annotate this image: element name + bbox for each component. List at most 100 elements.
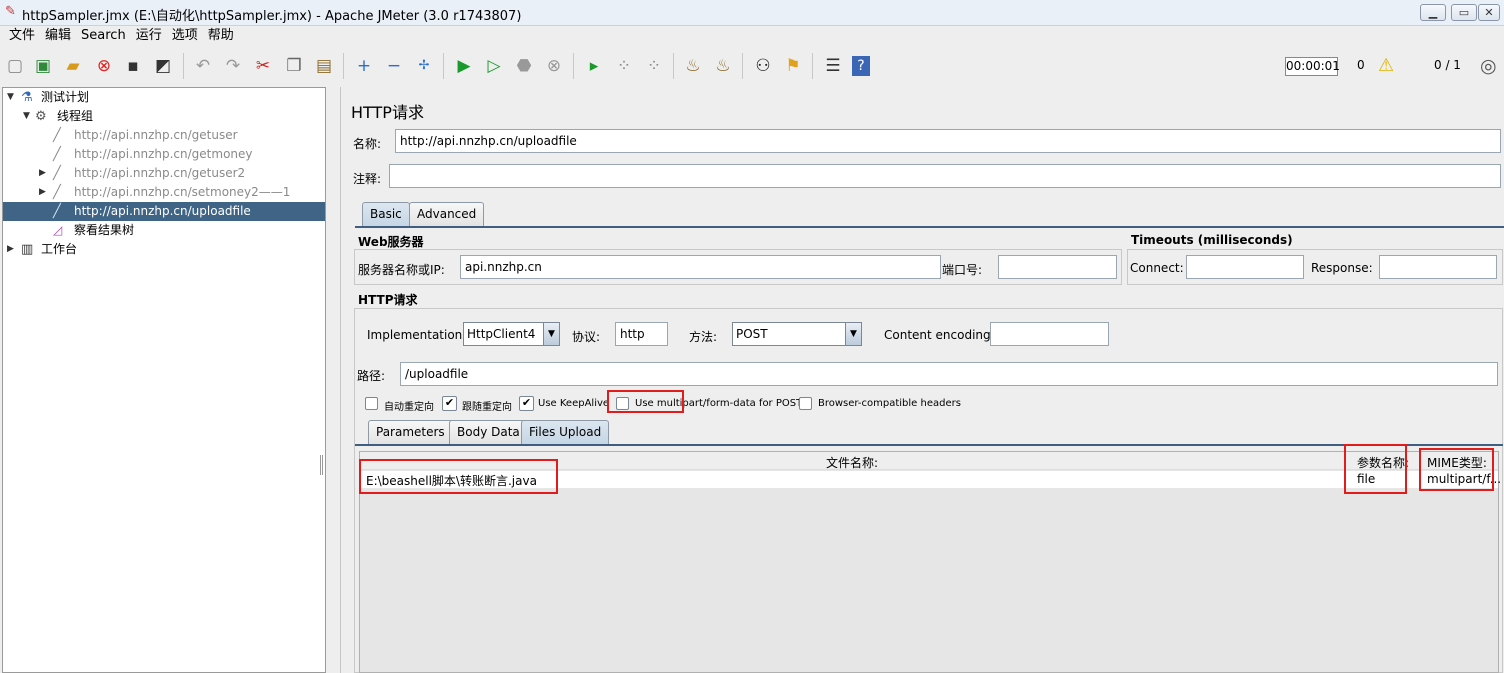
tab-body-data[interactable]: Body Data	[449, 420, 528, 444]
cut-icon[interactable]: ✂	[252, 55, 274, 77]
auto-redirect-checkbox[interactable]	[365, 397, 378, 410]
tree-node-results-tree[interactable]: ◿ 察看结果树	[3, 221, 325, 240]
title-bar: ✎ httpSampler.jmx (E:\自动化\httpSampler.jm…	[0, 0, 1504, 26]
menu-edit[interactable]: 编辑	[40, 26, 76, 46]
pipette-icon: ╱	[53, 166, 61, 181]
path-field[interactable]	[400, 362, 1498, 386]
open-icon[interactable]: ▰	[62, 55, 84, 77]
menu-run[interactable]: 运行	[131, 26, 167, 46]
function-helper-icon[interactable]: ☰	[822, 55, 844, 77]
tab-parameters[interactable]: Parameters	[368, 420, 453, 444]
comment-field[interactable]	[389, 164, 1501, 188]
menu-bar: 文件 编辑 Search 运行 选项 帮助	[0, 26, 1504, 46]
browser-headers-label: Browser-compatible headers	[818, 398, 961, 409]
protocol-field[interactable]	[615, 322, 668, 346]
copy-icon[interactable]: ❐	[283, 55, 305, 77]
implementation-label: Implementation:	[367, 328, 467, 342]
paste-icon[interactable]: ▤	[313, 55, 335, 77]
tree-node-sampler[interactable]: ╱ http://api.nnzhp.cn/getuser	[3, 126, 325, 145]
port-field[interactable]	[998, 255, 1117, 279]
sampler-config-panel: HTTP请求 名称: 注释: Basic Advanced Web服务器 服务器…	[340, 87, 1504, 673]
jmeter-feather-icon: ✎	[5, 4, 16, 19]
tree-node-workbench[interactable]: ▶ ▥ 工作台	[3, 240, 325, 259]
method-select[interactable]: POST ▼	[732, 322, 862, 346]
keepalive-label: Use KeepAlive	[538, 398, 610, 409]
close-icon[interactable]: ⊗	[93, 55, 115, 77]
pipette-icon: ╱	[53, 128, 61, 143]
tab-files-upload[interactable]: Files Upload	[521, 420, 610, 444]
start-no-pause-icon[interactable]: ▷	[483, 55, 505, 77]
chart-icon: ◿	[53, 223, 63, 237]
chevron-down-icon: ▼	[845, 323, 861, 345]
timeouts-title: Timeouts (milliseconds)	[1131, 233, 1293, 247]
collapse-icon[interactable]: −	[383, 55, 405, 77]
name-label: 名称:	[353, 137, 382, 151]
port-label: 端口号:	[942, 263, 983, 277]
method-label: 方法:	[689, 330, 718, 344]
window-title: httpSampler.jmx (E:\自动化\httpSampler.jmx)…	[22, 9, 522, 24]
tree-node-test-plan[interactable]: ▼ ⚗ 测试计划	[3, 88, 325, 107]
response-timeout-field[interactable]	[1379, 255, 1497, 279]
keepalive-checkbox[interactable]: ✔	[519, 396, 534, 411]
web-server-title: Web服务器	[358, 235, 424, 249]
tab-advanced[interactable]: Advanced	[409, 202, 485, 226]
response-label: Response:	[1311, 261, 1373, 275]
clear-icon[interactable]: ♨	[682, 55, 704, 77]
implementation-select[interactable]: HttpClient4 ▼	[463, 322, 560, 346]
tree-node-thread-group[interactable]: ▼ ⚙ 线程组	[3, 107, 325, 126]
content-encoding-field[interactable]	[990, 322, 1109, 346]
connect-timeout-field[interactable]	[1186, 255, 1304, 279]
save-as-icon[interactable]: ◩	[152, 55, 174, 77]
help-icon[interactable]: ?	[852, 56, 870, 76]
toolbar: ▢ ▣ ▰ ⊗ ▪ ◩ ↶ ↷ ✂ ❐ ▤ + − ✢ ▶ ▷ ⬣ ⊗ ▸ ⁘ …	[0, 47, 1504, 85]
split-pane-divider[interactable]	[320, 87, 339, 673]
tab-basic[interactable]: Basic	[362, 202, 410, 226]
comment-label: 注释:	[353, 172, 382, 186]
server-field[interactable]	[460, 255, 941, 279]
templates-icon[interactable]: ▣	[32, 55, 54, 77]
stop-icon[interactable]: ⬣	[513, 55, 535, 77]
start-icon[interactable]: ▶	[453, 55, 475, 77]
test-plan-tree: ▼ ⚗ 测试计划 ▼ ⚙ 线程组 ╱ http://api.nnzhp.cn/g…	[2, 87, 326, 673]
column-header-filename[interactable]: 文件名称:	[826, 454, 878, 471]
active-threads: 0 / 1	[1434, 58, 1461, 72]
undo-icon[interactable]: ↶	[192, 55, 214, 77]
maximize-button[interactable]: ▭	[1451, 4, 1477, 21]
panel-title: HTTP请求	[351, 103, 424, 122]
warning-icon[interactable]: ⚠	[1378, 55, 1394, 76]
error-count: 0	[1357, 58, 1365, 72]
tree-node-sampler-selected[interactable]: ╱ http://api.nnzhp.cn/uploadfile	[3, 202, 325, 221]
gear-icon: ⚙	[35, 109, 47, 124]
flask-icon: ⚗	[21, 90, 33, 105]
menu-search[interactable]: Search	[76, 26, 131, 46]
annotation-box-multipart	[607, 390, 684, 413]
chevron-down-icon: ▼	[543, 323, 559, 345]
menu-help[interactable]: 帮助	[203, 26, 239, 46]
elapsed-timer: 00:00:01	[1285, 57, 1340, 76]
pipette-icon: ╱	[53, 147, 61, 162]
clear-all-icon[interactable]: ♨	[712, 55, 734, 77]
redo-icon[interactable]: ↷	[222, 55, 244, 77]
expand-icon[interactable]: +	[353, 55, 375, 77]
pipette-icon: ╱	[53, 204, 61, 219]
browser-headers-checkbox[interactable]	[799, 397, 812, 410]
auto-redirect-label: 自动重定向	[384, 402, 434, 413]
shutdown-icon[interactable]: ⊗	[543, 55, 565, 77]
tree-node-sampler[interactable]: ╱ http://api.nnzhp.cn/getmoney	[3, 145, 325, 164]
close-window-button[interactable]: ✕	[1478, 4, 1500, 21]
minimize-button[interactable]: ▁	[1420, 4, 1446, 21]
remote-stop-icon[interactable]: ⁘	[613, 55, 635, 77]
remote-shutdown-icon[interactable]: ⁘	[643, 55, 665, 77]
search-icon[interactable]: ⚇	[752, 55, 774, 77]
reset-search-icon[interactable]: ⚑	[782, 55, 804, 77]
menu-options[interactable]: 选项	[167, 26, 203, 46]
tree-node-sampler[interactable]: ▶ ╱ http://api.nnzhp.cn/setmoney2——1	[3, 183, 325, 202]
tree-node-sampler[interactable]: ▶ ╱ http://api.nnzhp.cn/getuser2	[3, 164, 325, 183]
new-icon[interactable]: ▢	[4, 55, 26, 77]
remote-start-icon[interactable]: ▸	[583, 55, 605, 77]
follow-redirect-checkbox[interactable]: ✔	[442, 396, 457, 411]
menu-file[interactable]: 文件	[4, 26, 40, 46]
save-icon[interactable]: ▪	[122, 55, 144, 77]
name-field[interactable]	[395, 129, 1501, 153]
toggle-icon[interactable]: ✢	[413, 55, 435, 77]
